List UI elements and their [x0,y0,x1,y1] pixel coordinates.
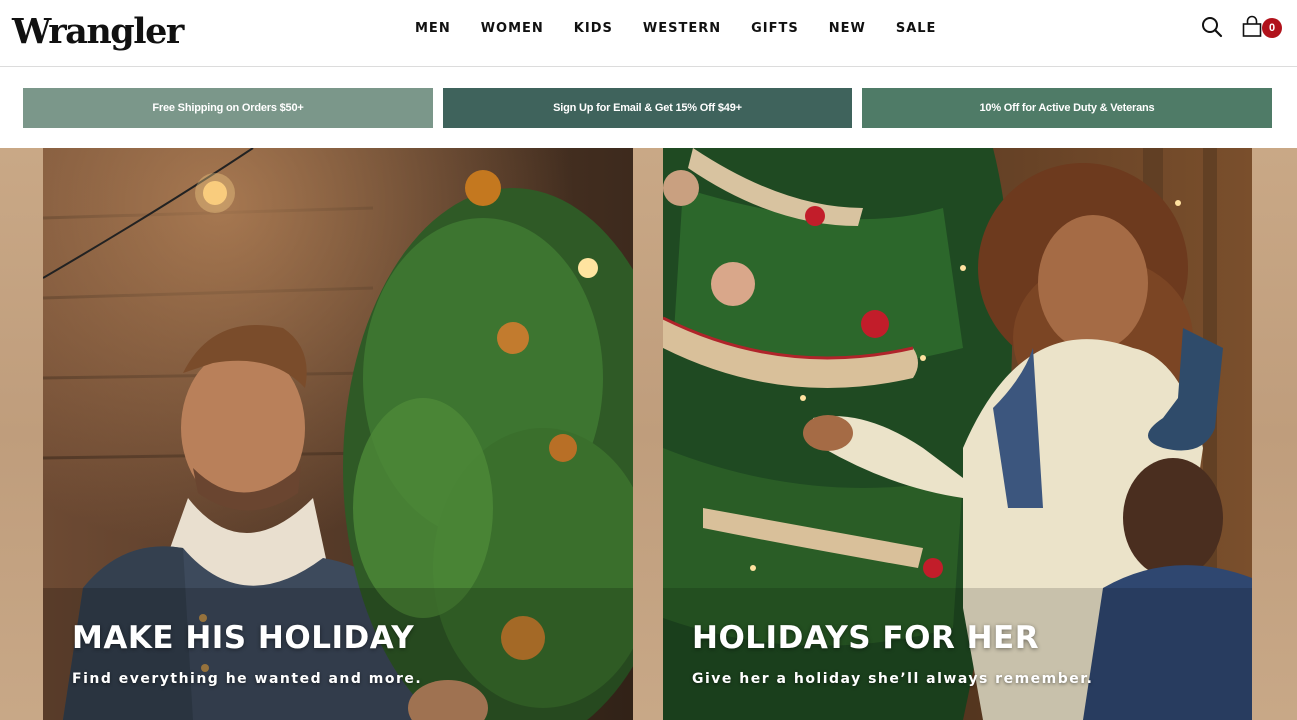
tile-title: MAKE HIS HOLIDAY [72,620,415,656]
search-icon[interactable] [1200,15,1224,39]
main-nav: MEN WOMEN KIDS WESTERN GIFTS NEW SALE [400,18,951,40]
promo-military-discount[interactable]: 10% Off for Active Duty & Veterans [862,88,1272,128]
nav-item-men[interactable]: MEN [400,18,466,40]
nav-item-gifts[interactable]: GIFTS [736,18,814,40]
promo-email-signup[interactable]: Sign Up for Email & Get 15% Off $49+ [443,88,852,128]
site-header: Wrangler MEN WOMEN KIDS WESTERN GIFTS NE… [0,0,1297,67]
nav-item-new[interactable]: NEW [814,18,881,40]
header-actions: 0 [1200,12,1284,42]
hero-tile-women[interactable]: HOLIDAYS FOR HER Give her a holiday she’… [663,148,1252,720]
tile-subtitle: Give her a holiday she’ll always remembe… [692,671,1094,687]
cart-count-badge: 0 [1262,18,1282,38]
nav-item-kids[interactable]: KIDS [559,18,628,40]
tile-subtitle: Find everything he wanted and more. [72,671,423,687]
promo-bar: Free Shipping on Orders $50+ Sign Up for… [0,68,1297,148]
shopping-bag-icon[interactable]: 0 [1240,15,1284,39]
promo-text: Sign Up for Email & Get 15% Off $49+ [553,102,742,114]
nav-item-sale[interactable]: SALE [881,18,952,40]
tile-title: HOLIDAYS FOR HER [692,620,1040,656]
nav-item-women[interactable]: WOMEN [466,18,559,40]
promo-text: 10% Off for Active Duty & Veterans [979,102,1155,114]
promo-free-shipping[interactable]: Free Shipping on Orders $50+ [23,88,433,128]
nav-item-western[interactable]: WESTERN [628,18,736,40]
hero-section: MAKE HIS HOLIDAY Find everything he want… [0,148,1297,720]
promo-text: Free Shipping on Orders $50+ [152,102,304,114]
wrangler-logo[interactable]: Wrangler [12,8,184,58]
hero-tile-men[interactable]: MAKE HIS HOLIDAY Find everything he want… [43,148,633,720]
